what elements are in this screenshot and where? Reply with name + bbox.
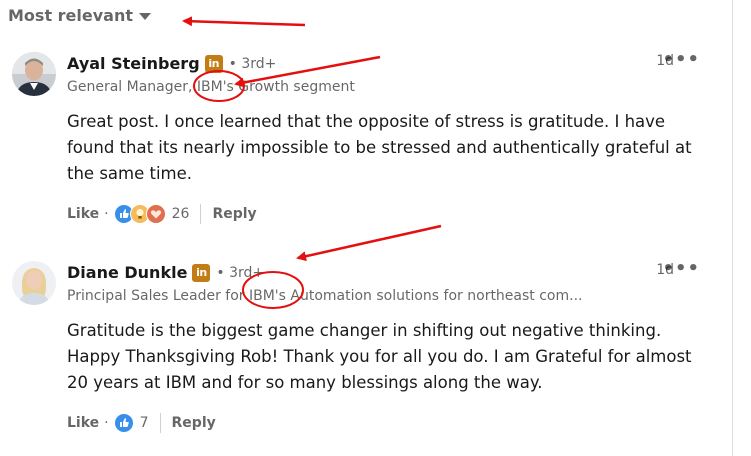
author-headline: General Manager, IBM's Growth segment — [67, 79, 355, 95]
reaction-count[interactable]: 7 — [140, 415, 149, 431]
avatar[interactable] — [12, 261, 56, 305]
reaction-count[interactable]: 26 — [172, 206, 190, 222]
support-icon — [145, 204, 166, 224]
scroll-divider — [732, 0, 733, 456]
comment-item: Ayal Steinberg in • 3rd+ General Manager… — [12, 49, 724, 232]
author-name[interactable]: Ayal Steinberg — [67, 54, 200, 73]
connection-degree: • 3rd+ — [228, 55, 277, 72]
comment-text: Great post. I once learned that the oppo… — [67, 112, 692, 183]
separator-dot: · — [104, 206, 109, 222]
linkedin-influencer-icon: in — [192, 263, 211, 282]
reply-button[interactable]: Reply — [172, 415, 216, 431]
sort-dropdown[interactable]: Most relevant — [8, 6, 151, 25]
action-divider — [200, 204, 202, 224]
comment-actions: Like · 7 Reply — [67, 412, 216, 434]
comment-text: Gratitude is the biggest game changer in… — [67, 321, 692, 392]
more-options-icon[interactable]: ••• — [662, 258, 700, 279]
reactions-summary[interactable] — [113, 413, 134, 433]
linkedin-influencer-icon: in — [204, 54, 223, 73]
like-button[interactable]: Like — [67, 415, 99, 431]
reply-button[interactable]: Reply — [212, 206, 256, 222]
comment-item: Diane Dunkle in • 3rd+ Principal Sales L… — [12, 258, 724, 441]
sort-label: Most relevant — [8, 6, 133, 25]
annotation-arrow — [182, 16, 306, 27]
author-headline: Principal Sales Leader for IBM's Automat… — [67, 288, 583, 304]
more-options-icon[interactable]: ••• — [662, 49, 700, 70]
comment-actions: Like · 26 Reply — [67, 203, 257, 225]
author-name[interactable]: Diane Dunkle — [67, 263, 187, 282]
avatar[interactable] — [12, 52, 56, 96]
reactions-summary[interactable] — [113, 204, 166, 224]
action-divider — [159, 413, 161, 433]
like-button[interactable]: Like — [67, 206, 99, 222]
like-icon — [113, 413, 134, 433]
connection-degree: • 3rd+ — [216, 264, 265, 281]
separator-dot: · — [104, 415, 109, 431]
caret-down-icon — [139, 13, 151, 20]
